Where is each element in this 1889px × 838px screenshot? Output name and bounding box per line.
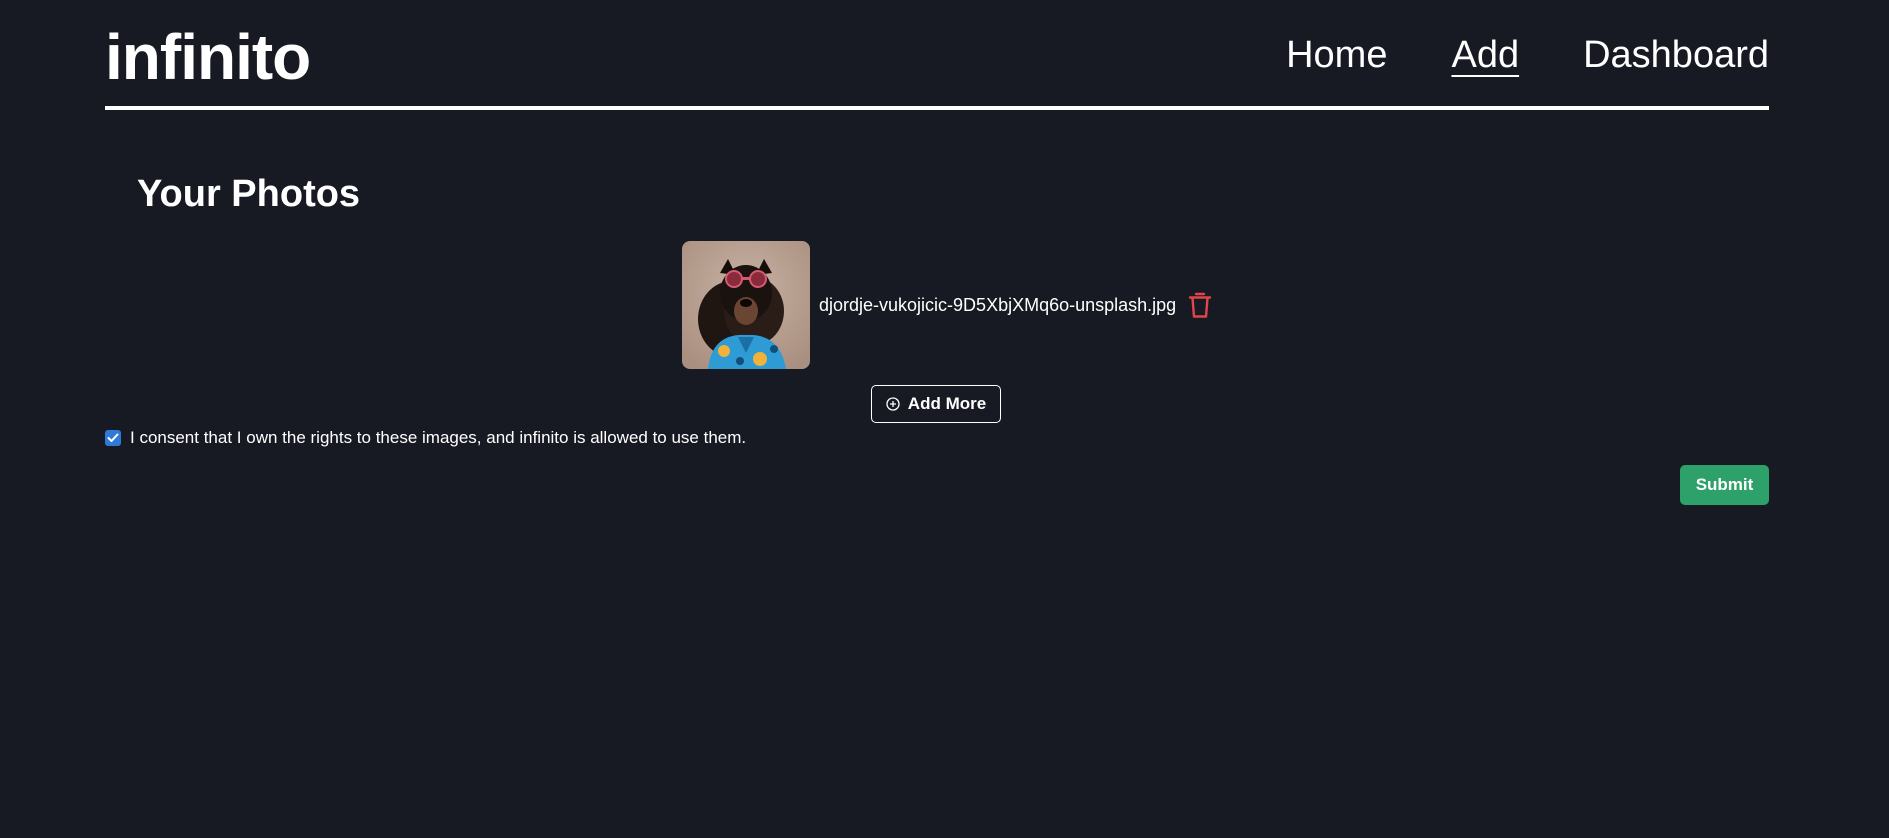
nav-dashboard[interactable]: Dashboard	[1583, 30, 1769, 80]
site-header: infinito Home Add Dashboard	[105, 0, 1769, 110]
add-more-label: Add More	[907, 394, 987, 413]
photo-filename: djordje-vukojicic-9D5XbjXMq6o-unsplash.j…	[819, 295, 1177, 315]
photo-thumbnail	[682, 241, 810, 369]
main-nav: Home Add Dashboard	[1286, 30, 1769, 80]
consent-checkbox[interactable]	[105, 430, 121, 446]
submit-button[interactable]: Submit	[1680, 465, 1769, 505]
delete-photo-button[interactable]	[1186, 290, 1214, 320]
photo-list-item: djordje-vukojicic-9D5XbjXMq6o-unsplash.j…	[682, 241, 1214, 369]
consent-row: I consent that I own the rights to these…	[105, 427, 746, 449]
checkmark-icon	[107, 433, 119, 442]
nav-home[interactable]: Home	[1286, 30, 1387, 80]
dog-photo-icon	[682, 241, 810, 369]
nav-add[interactable]: Add	[1451, 30, 1519, 80]
brand-logo[interactable]: infinito	[105, 20, 311, 94]
header-divider	[105, 106, 1769, 110]
page-title: Your Photos	[137, 173, 361, 215]
consent-label[interactable]: I consent that I own the rights to these…	[130, 427, 746, 449]
add-more-button[interactable]: Add More	[871, 385, 1001, 423]
plus-circle-icon	[886, 397, 900, 411]
trash-icon	[1188, 292, 1212, 318]
